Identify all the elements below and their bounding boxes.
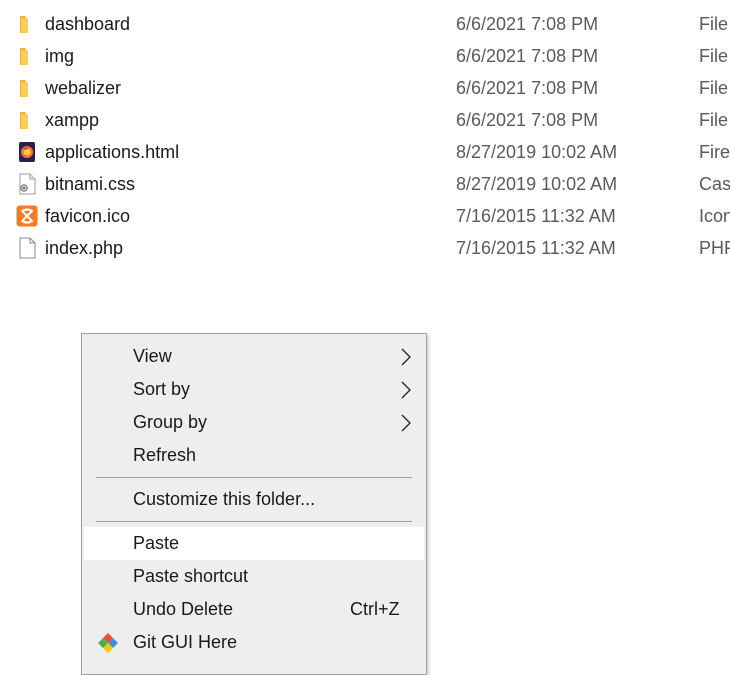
blank-file-icon (16, 237, 38, 259)
file-row-xampp[interactable]: xampp 6/6/2021 7:08 PM File (0, 104, 730, 136)
menu-item-sort-by[interactable]: Sort by (84, 373, 424, 406)
css-file-icon (16, 173, 38, 195)
file-date: 8/27/2019 10:02 AM (456, 174, 618, 194)
file-row-img[interactable]: img 6/6/2021 7:08 PM File (0, 40, 730, 72)
menu-item-git-gui-here[interactable]: Git GUI Here (84, 626, 424, 659)
chevron-right-icon (400, 348, 412, 366)
file-type: File (699, 14, 729, 34)
file-type: File (699, 78, 729, 98)
file-type: File (699, 110, 729, 130)
context-menu: View Sort by Group by Refresh Customize … (81, 333, 427, 675)
firefox-html-icon (16, 141, 38, 163)
menu-item-label: Refresh (133, 445, 197, 465)
file-name: index.php (45, 238, 124, 258)
file-name: dashboard (45, 14, 131, 34)
menu-item-label: Sort by (133, 379, 191, 399)
file-row-applications-html[interactable]: applications.html 8/27/2019 10:02 AM Fir… (0, 136, 730, 168)
file-date: 6/6/2021 7:08 PM (456, 78, 599, 98)
file-name: applications.html (45, 142, 180, 162)
chevron-right-icon (400, 414, 412, 432)
file-name: webalizer (45, 78, 122, 98)
folder-icon (16, 45, 38, 67)
file-date: 6/6/2021 7:08 PM (456, 46, 599, 66)
file-name: xampp (45, 110, 100, 130)
file-row-favicon-ico[interactable]: favicon.ico 7/16/2015 11:32 AM Icon (0, 200, 730, 232)
folder-icon (16, 77, 38, 99)
menu-item-paste-shortcut[interactable]: Paste shortcut (84, 560, 424, 593)
menu-shortcut: Ctrl+Z (350, 599, 400, 619)
menu-item-customize-folder[interactable]: Customize this folder... (84, 483, 424, 516)
file-type: Casc (699, 174, 730, 194)
menu-separator (96, 521, 412, 522)
menu-item-view[interactable]: View (84, 340, 424, 373)
file-name: bitnami.css (45, 174, 136, 194)
file-date: 8/27/2019 10:02 AM (456, 142, 618, 162)
menu-item-paste[interactable]: Paste (84, 527, 424, 560)
menu-item-label: Git GUI Here (133, 632, 238, 652)
file-name: img (45, 46, 75, 66)
folder-icon (16, 13, 38, 35)
menu-item-refresh[interactable]: Refresh (84, 439, 424, 472)
file-row-webalizer[interactable]: webalizer 6/6/2021 7:08 PM File (0, 72, 730, 104)
file-date: 7/16/2015 11:32 AM (456, 206, 616, 226)
menu-item-label: Paste shortcut (133, 566, 249, 586)
menu-item-label: Paste (133, 533, 180, 553)
git-icon (96, 631, 120, 655)
menu-separator (96, 477, 412, 478)
file-type: File (699, 46, 729, 66)
folder-icon (16, 109, 38, 131)
file-name: favicon.ico (45, 206, 131, 226)
menu-item-undo-delete[interactable]: Undo Delete Ctrl+Z (84, 593, 424, 626)
menu-item-label: View (133, 346, 172, 366)
menu-item-label: Group by (133, 412, 208, 432)
file-date: 7/16/2015 11:32 AM (456, 238, 616, 258)
file-list: dashboard 6/6/2021 7:08 PM File img 6/6/… (0, 8, 730, 264)
file-date: 6/6/2021 7:08 PM (456, 110, 599, 130)
file-row-index-php[interactable]: index.php 7/16/2015 11:32 AM PHP (0, 232, 730, 264)
chevron-right-icon (400, 381, 412, 399)
xampp-icon (16, 205, 38, 227)
file-type: Icon (699, 206, 730, 226)
file-type: Firef (699, 142, 730, 162)
menu-item-group-by[interactable]: Group by (84, 406, 424, 439)
file-row-bitnami-css[interactable]: bitnami.css 8/27/2019 10:02 AM Casc (0, 168, 730, 200)
file-type: PHP (699, 238, 730, 258)
file-row-dashboard[interactable]: dashboard 6/6/2021 7:08 PM File (0, 8, 730, 40)
file-date: 6/6/2021 7:08 PM (456, 14, 599, 34)
menu-item-label: Undo Delete (133, 599, 234, 619)
menu-item-label: Customize this folder... (133, 489, 316, 509)
